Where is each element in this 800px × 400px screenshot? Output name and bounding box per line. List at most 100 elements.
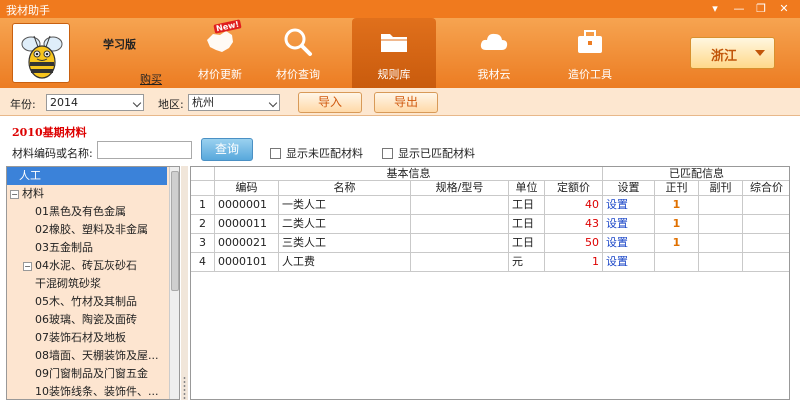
- name-cell: 人工费: [279, 253, 411, 272]
- spec-cell: [411, 196, 509, 215]
- checkbox-box[interactable]: [382, 148, 393, 159]
- column-header[interactable]: 规格/型号: [411, 181, 509, 196]
- menu-dropdown-icon[interactable]: ▾: [706, 1, 724, 17]
- tree-item[interactable]: 06玻璃、陶瓷及面砖: [7, 311, 167, 329]
- tree-item[interactable]: −04水泥、砖瓦灰砂石: [7, 257, 167, 275]
- main-issue-cell: 1: [655, 196, 699, 215]
- checkbox-label: 显示已匹配材料: [398, 147, 475, 160]
- nav-price-update[interactable]: New! 材价更新: [178, 18, 262, 88]
- tree-item[interactable]: 人工: [7, 167, 167, 185]
- nav-price-query[interactable]: 材价查询: [256, 18, 340, 88]
- row-number: 2: [191, 215, 215, 234]
- title-bar: 我材助手 ▾ — ❐ ✕: [0, 0, 800, 18]
- column-header[interactable]: 正刊: [655, 181, 699, 196]
- nav-cost-tools[interactable]: 造价工具: [548, 18, 632, 88]
- column-header[interactable]: 编码: [215, 181, 279, 196]
- code-cell: 0000021: [215, 234, 279, 253]
- search-label: 材料编码或名称:: [12, 147, 93, 160]
- unit-cell: 元: [509, 253, 545, 272]
- year-label: 年份:: [10, 98, 36, 111]
- column-header[interactable]: 单位: [509, 181, 545, 196]
- total-price-cell: [743, 253, 789, 272]
- year-select[interactable]: 2014: [46, 94, 144, 111]
- nav-material-cloud[interactable]: 我材云: [452, 18, 536, 88]
- restore-icon[interactable]: ❐: [752, 1, 770, 17]
- tree-item-label: 02橡胶、塑料及非金属: [35, 223, 148, 236]
- column-header[interactable]: 定额价: [545, 181, 603, 196]
- tree-item[interactable]: 02橡胶、塑料及非金属: [7, 221, 167, 239]
- checkbox-box[interactable]: [270, 148, 281, 159]
- cloud-icon: [480, 33, 508, 50]
- nav-rules-library[interactable]: 规则库: [352, 18, 436, 88]
- tree-item[interactable]: 07装饰石材及地板: [7, 329, 167, 347]
- chevron-down-icon: [755, 50, 765, 56]
- bee-logo-icon: [12, 23, 70, 83]
- main-issue-cell: 1: [655, 234, 699, 253]
- column-header[interactable]: 名称: [279, 181, 411, 196]
- grip-icon: [183, 376, 186, 400]
- spec-cell: [411, 253, 509, 272]
- scrollbar-thumb[interactable]: [171, 171, 179, 291]
- column-header[interactable]: 综合价: [743, 181, 789, 196]
- tree-item[interactable]: 03五金制品: [7, 239, 167, 257]
- search-input[interactable]: [97, 141, 192, 159]
- tree-item-label: 05木、竹材及其制品: [35, 295, 137, 308]
- spec-cell: [411, 234, 509, 253]
- search-icon: [284, 28, 312, 56]
- nav-label: 规则库: [377, 68, 411, 81]
- group-header-basic: 基本信息: [215, 167, 603, 181]
- collapse-icon[interactable]: −: [23, 262, 32, 271]
- minimize-icon[interactable]: —: [730, 1, 748, 17]
- nav-label: 我材云: [477, 68, 511, 81]
- export-button[interactable]: 导出: [374, 92, 438, 113]
- setting-link[interactable]: 设置: [603, 215, 655, 234]
- tree-item-label: 材料: [22, 187, 44, 200]
- tree-item-label: 09门窗制品及门窗五金: [35, 367, 148, 380]
- tree-item-label: 人工: [19, 169, 41, 182]
- tree-item[interactable]: 09门窗制品及门窗五金: [7, 365, 167, 383]
- tree-item[interactable]: 10装饰线条、装饰件、...: [7, 383, 167, 399]
- tree-item-label: 10装饰线条、装饰件、...: [35, 385, 159, 398]
- name-cell: 二类人工: [279, 215, 411, 234]
- tree-item-label: 06玻璃、陶瓷及面砖: [35, 313, 137, 326]
- setting-link[interactable]: 设置: [603, 234, 655, 253]
- name-cell: 一类人工: [279, 196, 411, 215]
- header-corner: [191, 167, 215, 181]
- setting-link[interactable]: 设置: [603, 253, 655, 272]
- main-issue-cell: [655, 253, 699, 272]
- category-tree[interactable]: 10装饰线条、装饰件、... 09门窗制品及门窗五金 08墙面、天棚装饰及屋... 0…: [6, 166, 180, 400]
- area-label: 地区:: [158, 98, 184, 111]
- tree-item-label: 07装饰石材及地板: [35, 331, 126, 344]
- column-header[interactable]: 设置: [603, 181, 655, 196]
- close-icon[interactable]: ✕: [775, 1, 793, 17]
- tree-item[interactable]: 01黑色及有色金属: [7, 203, 167, 221]
- section-title: 2010基期材料: [12, 126, 87, 139]
- toolbox-icon: [578, 30, 602, 53]
- show-matched-checkbox[interactable]: 显示已匹配材料: [382, 145, 475, 161]
- tree-scrollbar[interactable]: [169, 167, 179, 399]
- tree-item[interactable]: − 材料: [7, 185, 167, 203]
- tree-item[interactable]: 05木、竹材及其制品: [7, 293, 167, 311]
- panel-splitter[interactable]: [181, 166, 188, 400]
- query-button[interactable]: 查询: [201, 138, 253, 161]
- nav-label: 材价更新: [198, 68, 242, 81]
- materials-grid: 基本信息 已匹配信息 编码 名称 规格/型号 单位 定额价 设置 正刊 副刊 综合价 1 0000001…: [190, 166, 790, 400]
- chevron-down-icon: [132, 98, 142, 108]
- area-value: 杭州: [192, 96, 214, 109]
- show-unmatched-checkbox[interactable]: 显示未匹配材料: [270, 145, 363, 161]
- setting-link[interactable]: 设置: [603, 196, 655, 215]
- tree-item[interactable]: 08墙面、天棚装饰及屋...: [7, 347, 167, 365]
- area-select[interactable]: 杭州: [188, 94, 280, 111]
- price-cell: 43: [545, 215, 603, 234]
- region-selector[interactable]: 浙江: [690, 37, 775, 69]
- code-cell: 0000101: [215, 253, 279, 272]
- code-cell: 0000001: [215, 196, 279, 215]
- column-header[interactable]: 副刊: [699, 181, 743, 196]
- collapse-icon[interactable]: −: [10, 190, 19, 199]
- tree-item[interactable]: 干混砌筑砂浆: [7, 275, 167, 293]
- header: 学习版 购买 New! 材价更新 材价查询 规则库 我材云 造价工具 浙江: [0, 18, 800, 88]
- spec-cell: [411, 215, 509, 234]
- import-button[interactable]: 导入: [298, 92, 362, 113]
- folder-icon: [381, 34, 407, 52]
- buy-link[interactable]: 购买: [140, 71, 162, 87]
